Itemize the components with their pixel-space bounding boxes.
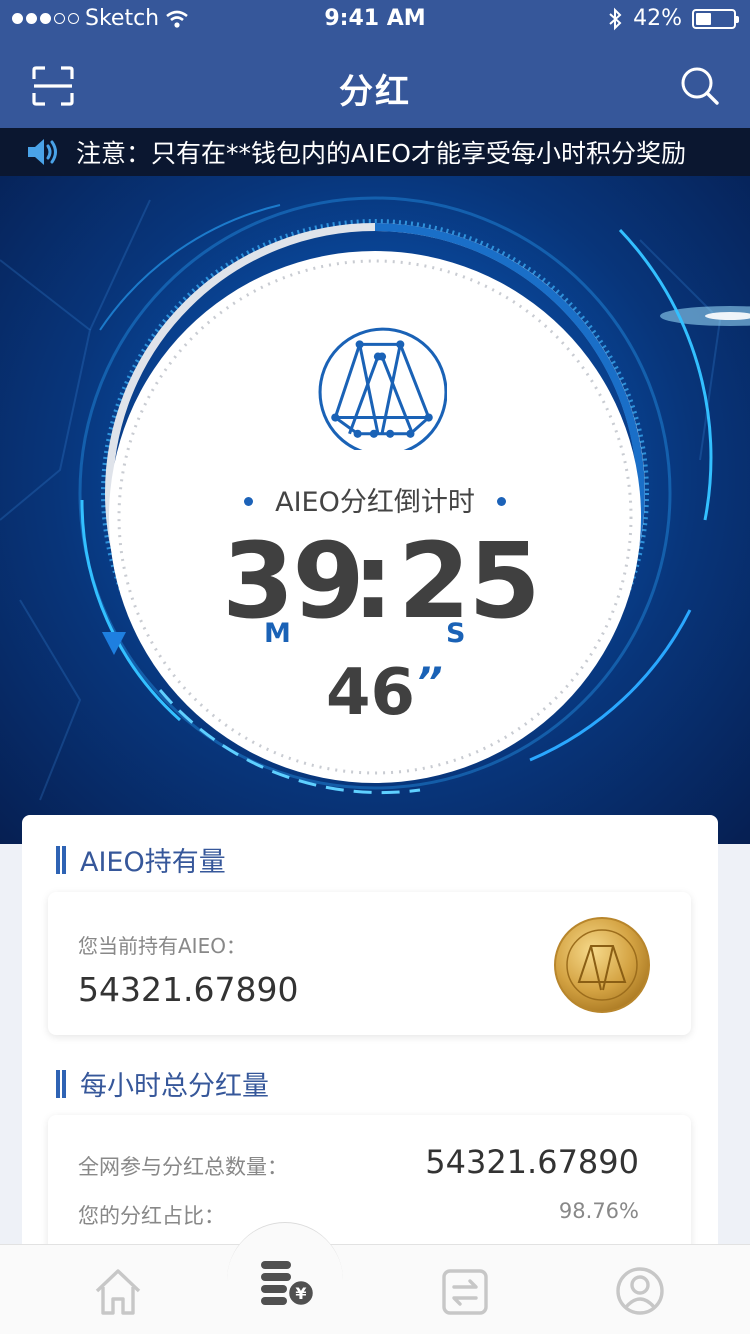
dividend-coins-icon: ¥: [261, 1261, 316, 1307]
dividend-panel: 全网参与分红总数量： 54321.67890 您的分红占比： 98.76%: [48, 1115, 691, 1265]
dividend-share-label: 您的分红占比：: [78, 1204, 225, 1228]
page-title: 分红: [339, 72, 411, 112]
notice-bar: 注意：只有在**钱包内的AIEO才能享受每小时积分奖励: [0, 128, 750, 176]
dividend-section-title: 每小时总分红量: [56, 1064, 269, 1103]
home-icon: [95, 1269, 141, 1315]
aieo-coin-icon: [554, 917, 650, 1013]
countdown-label-row: AIEO分红倒计时: [0, 480, 750, 519]
subseconds-mark: ’’: [416, 660, 442, 706]
top-bar: Sketch 9:41 AM 42% 分红: [0, 0, 750, 128]
svg-text:¥: ¥: [295, 1284, 306, 1303]
countdown-subseconds: 46: [326, 656, 416, 730]
exchange-icon: [442, 1269, 488, 1315]
dividend-title-text: 每小时总分红量: [80, 1071, 269, 1102]
tab-bar: [0, 1244, 750, 1334]
tab-profile[interactable]: [614, 1263, 666, 1319]
holdings-value: 54321.67890: [78, 970, 299, 1009]
tab-home[interactable]: [92, 1263, 144, 1319]
countdown-label: AIEO分红倒计时: [275, 487, 475, 518]
minutes-unit: M: [264, 618, 291, 649]
holdings-section-title: AIEO持有量: [56, 840, 226, 879]
tab-dividend[interactable]: ¥: [227, 1222, 343, 1334]
battery-icon: [692, 8, 739, 29]
battery-percent: 42%: [633, 6, 682, 31]
holdings-title-text: AIEO持有量: [80, 847, 226, 878]
search-icon[interactable]: [680, 66, 720, 106]
tab-exchange[interactable]: [440, 1265, 492, 1321]
bluetooth-icon: [609, 7, 622, 30]
seconds-unit: S: [446, 618, 466, 649]
countdown-separator: :: [352, 520, 394, 642]
holdings-panel: 您当前持有AIEO： 54321.67890: [48, 892, 691, 1035]
notice-text: 注意：只有在**钱包内的AIEO才能享受每小时积分奖励: [76, 139, 686, 168]
profile-icon: [616, 1267, 664, 1315]
dividend-share-value: 98.76%: [558, 1199, 639, 1223]
holdings-label: 您当前持有AIEO：: [78, 934, 246, 958]
speaker-icon: [28, 139, 57, 165]
total-dividend-value: 54321.67890: [425, 1143, 639, 1181]
aieo-logo-icon: [318, 327, 447, 450]
status-bar: Sketch 9:41 AM 42%: [0, 0, 750, 40]
total-dividend-label: 全网参与分红总数量：: [78, 1155, 288, 1179]
